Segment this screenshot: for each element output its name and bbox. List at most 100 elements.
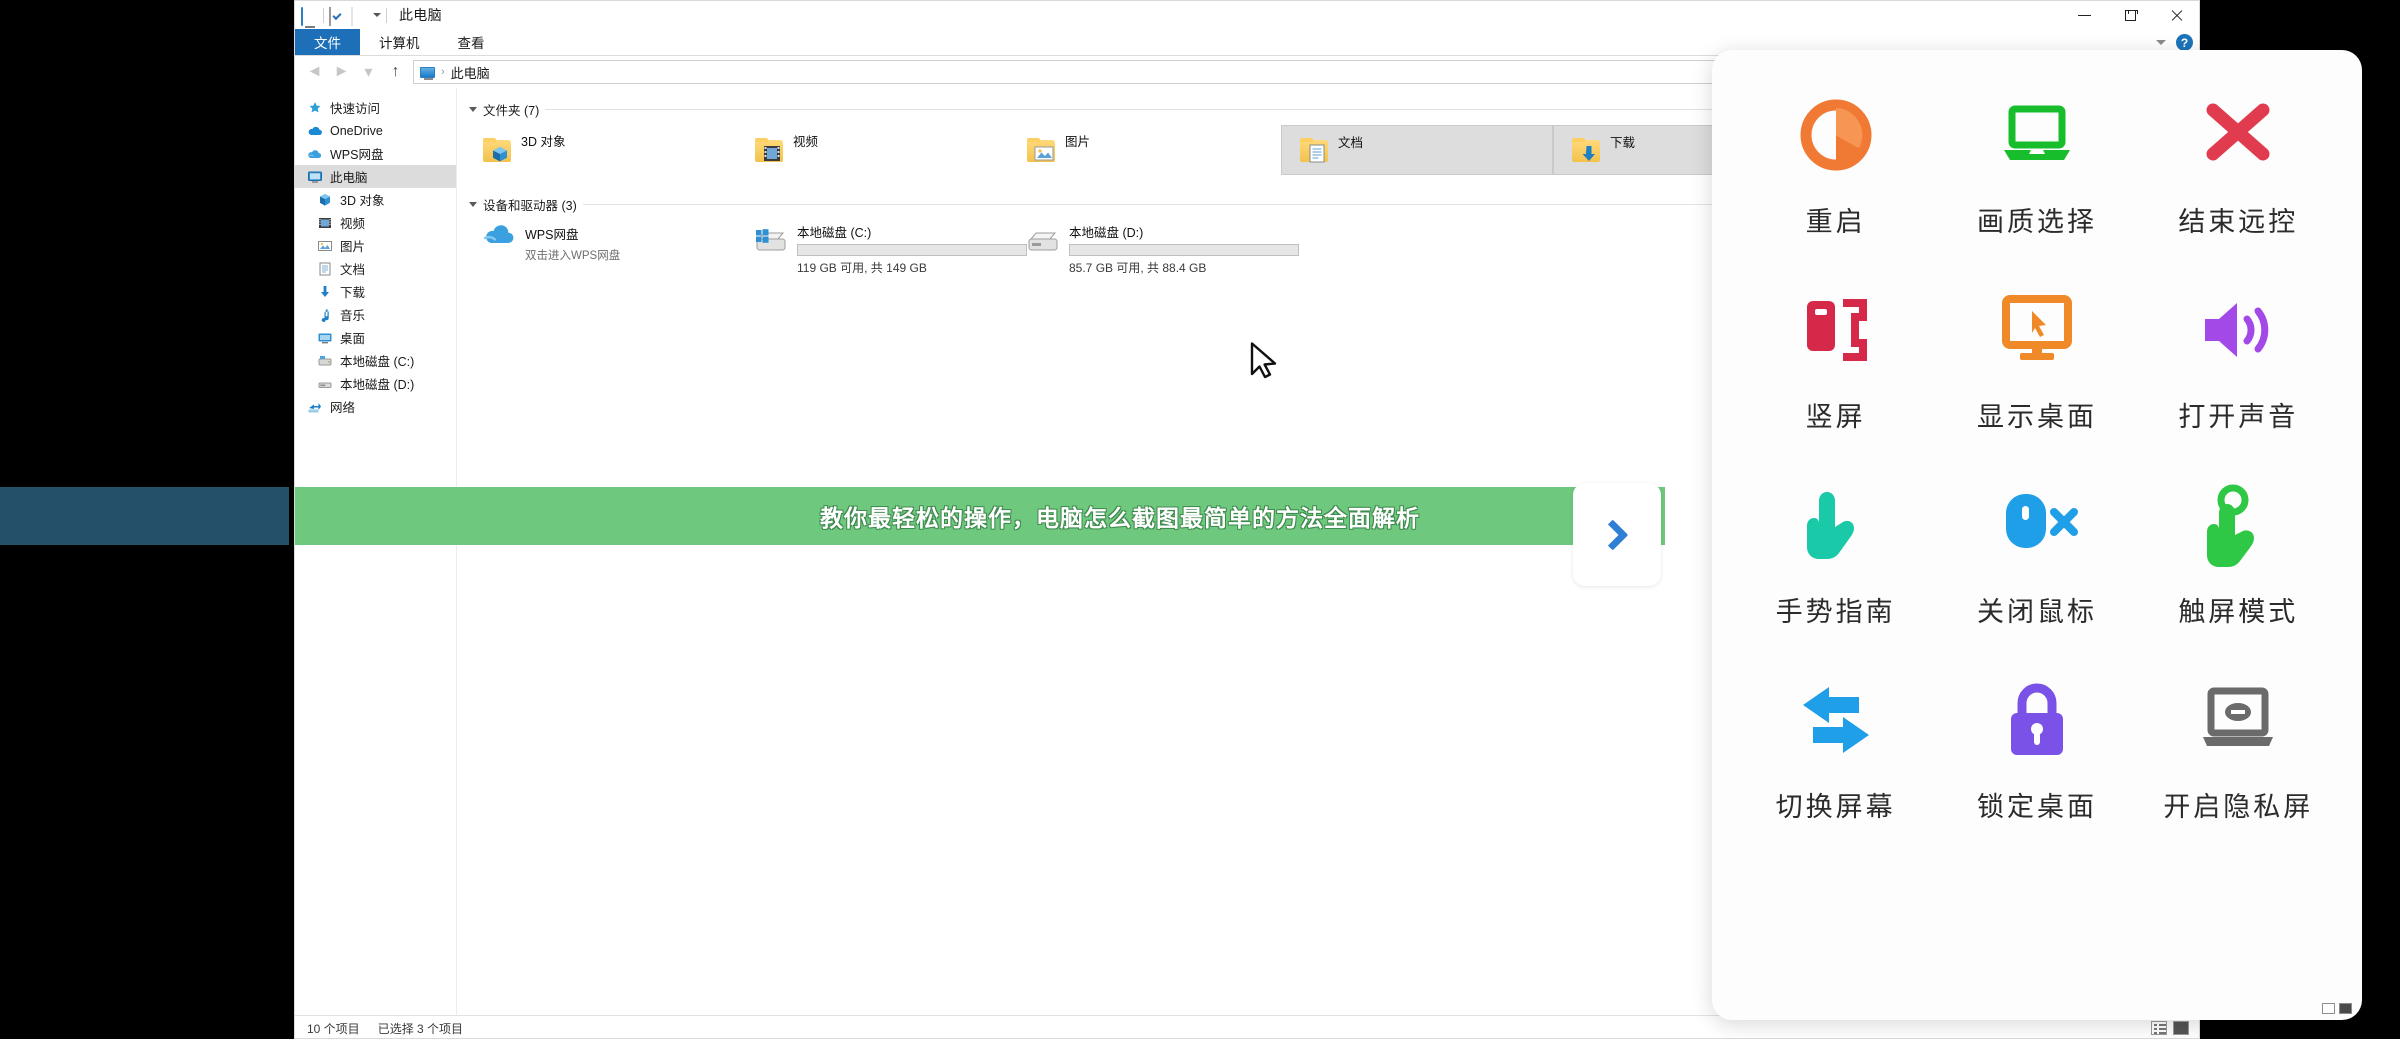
recent-locations-button[interactable]: ▾ [355,59,382,85]
sidebar-item-downloads[interactable]: 下载 [295,280,456,303]
remote-action-touch-mode[interactable]: 触屏模式 [2143,482,2334,629]
tiles-view-icon[interactable] [2173,1021,2189,1035]
remote-action-portrait[interactable]: 竖屏 [1740,287,1931,434]
sidebar-item-documents[interactable]: 文档 [295,257,456,280]
breadcrumb-path: 此电脑 [450,65,490,81]
sidebar-item-quick-access[interactable]: 快速访问 [295,96,456,119]
remote-action-label: 结束远控 [2178,207,2299,238]
drive-name: 本地磁盘 (D:) [1069,226,1144,240]
sidebar-item-label: 本地磁盘 (C:) [340,355,415,369]
sidebar-item-label: 图片 [340,240,366,254]
disable-mouse-icon [1994,482,2080,568]
back-button[interactable]: ◄ [301,59,328,85]
sidebar-item-videos[interactable]: 视频 [295,211,456,234]
sidebar-item-label: 下载 [340,286,366,300]
tab-file[interactable]: 文件 [295,29,360,55]
help-button[interactable]: ? [2176,34,2193,51]
minimize-button[interactable] [2061,1,2107,29]
folder-label: 下载 [1610,136,1636,150]
sidebar-item-label: 此电脑 [330,171,368,185]
navigation-sidebar: 快速访问 OneDrive WPS网盘 此电脑 3D 对象 视频 图片 文档 下… [295,88,457,1015]
folder-item-3d-objects[interactable]: 3D 对象 [465,125,737,175]
end-remote-icon [2195,92,2281,178]
next-button-card[interactable] [1573,483,1661,586]
checkbox-icon[interactable] [329,6,346,26]
remote-control-panel: 重启 画质选择 结束远控 竖屏 显示桌面 打开声音 手势指南 关闭鼠标 触屏模式… [1712,50,2362,1020]
device-item-wps-cloud[interactable]: WPS网盘 双击进入WPS网盘 [465,220,737,263]
sidebar-item-music[interactable]: 音乐 [295,303,456,326]
sidebar-item-3d-objects[interactable]: 3D 对象 [295,188,456,211]
laptop-quality-icon [1994,92,2080,178]
maximize-button[interactable] [2107,1,2153,29]
tab-view[interactable]: 查看 [439,29,504,55]
sidebar-item-pictures[interactable]: 图片 [295,234,456,257]
up-button[interactable]: ↑ [382,59,409,85]
folder-item-documents[interactable]: 文档 [1281,125,1553,175]
remote-action-restart[interactable]: 重启 [1740,92,1931,239]
breadcrumb-separator: › [441,66,445,78]
sidebar-item-label: 视频 [340,217,366,231]
privacy-screen-icon [2195,677,2281,763]
drive-free-space: 85.7 GB 可用, 共 88.4 GB [1069,261,1207,275]
drive-info: 本地磁盘 (C:) 119 GB 可用, 共 149 GB [797,220,1027,276]
remote-action-label: 锁定桌面 [1976,792,2097,823]
folder-document-icon [1300,137,1330,163]
device-item-drive-c[interactable]: 本地磁盘 (C:) 119 GB 可用, 共 149 GB [737,220,1027,276]
wps-cloud-icon [483,222,517,250]
folder-label: 3D 对象 [521,135,566,149]
sidebar-item-drive-c[interactable]: 本地磁盘 (C:) [295,349,456,372]
remote-action-lock-desktop[interactable]: 锁定桌面 [1941,677,2132,824]
tab-computer[interactable]: 计算机 [360,29,439,55]
drive-icon [1027,228,1061,255]
video-icon [317,215,333,231]
remote-action-volume-on[interactable]: 打开声音 [2143,287,2334,434]
sidebar-item-desktop[interactable]: 桌面 [295,326,456,349]
drive-d-icon [317,376,333,392]
chevron-down-icon[interactable] [469,107,477,112]
remote-action-gesture-guide[interactable]: 手势指南 [1740,482,1931,629]
sidebar-item-this-pc[interactable]: 此电脑 [295,165,456,188]
remote-action-label: 手势指南 [1775,597,1896,628]
remote-action-disable-mouse[interactable]: 关闭鼠标 [1941,482,2132,629]
folder-item-pictures[interactable]: 图片 [1009,125,1281,175]
window-controls [2061,1,2199,29]
device-subtitle: 双击进入WPS网盘 [525,250,621,262]
close-button[interactable] [2153,1,2199,29]
blank-icon[interactable] [351,6,368,26]
sidebar-item-label: 桌面 [340,332,366,346]
remote-action-end-remote[interactable]: 结束远控 [2143,92,2334,239]
chevron-right-icon [1597,518,1629,551]
remote-action-privacy-screen[interactable]: 开启隐私屏 [2143,677,2334,824]
details-view-icon[interactable] [2322,1002,2335,1014]
tiles-view-icon[interactable] [2339,1002,2352,1014]
sidebar-item-label: WPS网盘 [330,148,384,162]
chevron-down-icon[interactable] [2156,40,2166,45]
details-view-icon[interactable] [2151,1021,2167,1035]
remote-action-label: 画质选择 [1976,207,2097,238]
remote-action-switch-screen[interactable]: 切换屏幕 [1740,677,1931,824]
sidebar-item-drive-d[interactable]: 本地磁盘 (D:) [295,372,456,395]
remote-action-quality[interactable]: 画质选择 [1941,92,2132,239]
sidebar-item-onedrive[interactable]: OneDrive [295,119,456,142]
quick-access-toolbar[interactable] [301,6,387,26]
sidebar-item-label: 本地磁盘 (D:) [340,378,415,392]
chevron-down-icon[interactable] [469,202,477,207]
sidebar-item-label: 音乐 [340,309,366,323]
window-title: 此电脑 [399,7,442,23]
promo-banner: 教你最轻松的操作，电脑怎么截图最简单的方法全面解析 [295,487,1665,545]
wps-cloud-icon [307,146,323,162]
monitor-icon [301,6,318,26]
promo-banner-text: 教你最轻松的操作，电脑怎么截图最简单的方法全面解析 [820,505,1420,531]
forward-button[interactable]: ► [328,59,355,85]
sidebar-item-wps-cloud[interactable]: WPS网盘 [295,142,456,165]
minimize-icon [2077,14,2091,16]
touch-mode-icon [2195,482,2281,568]
sidebar-item-label: 快速访问 [330,102,381,116]
caret-down-icon[interactable] [373,13,381,17]
device-item-drive-d[interactable]: 本地磁盘 (D:) 85.7 GB 可用, 共 88.4 GB [1009,220,1299,276]
folder-item-videos[interactable]: 视频 [737,125,1009,175]
sidebar-item-network[interactable]: 网络 [295,395,456,418]
remote-action-show-desktop[interactable]: 显示桌面 [1941,287,2132,434]
folder-picture-icon [1027,137,1057,163]
drive-info: 本地磁盘 (D:) 85.7 GB 可用, 共 88.4 GB [1069,220,1299,276]
